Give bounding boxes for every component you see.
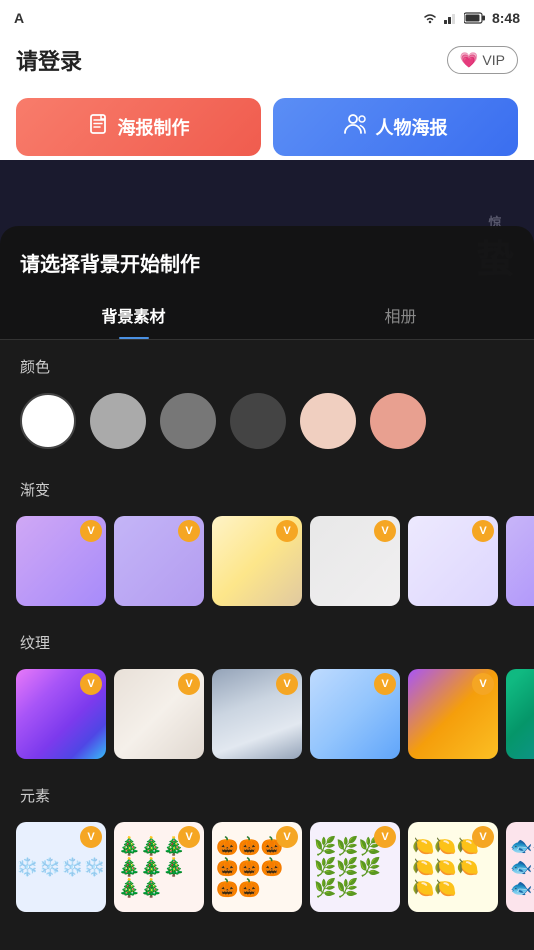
element-row: V ❄️❄️❄️❄️❄️❄️❄️❄️ V 🎄🎄🎄🎄🎄🎄🎄🎄 V 🎃🎃🎃🎃🎃🎃🎃🎃… <box>0 816 534 922</box>
vip-label: VIP <box>482 52 505 68</box>
tab-material[interactable]: 背景素材 <box>0 295 267 339</box>
texture-item-3[interactable]: V <box>212 669 302 759</box>
vip-corner-g2: V <box>178 520 200 542</box>
vip-corner-e1: V <box>80 826 102 848</box>
vip-corner-t5: V <box>472 673 494 695</box>
texture-row: V V V V V V <box>0 663 534 769</box>
color-section-label: 颜色 <box>0 340 534 387</box>
tab-album-label: 相册 <box>384 309 416 326</box>
overlay-header: 请选择背景开始制作 <box>0 226 534 277</box>
element-item-1[interactable]: V ❄️❄️❄️❄️❄️❄️❄️❄️ <box>16 822 106 912</box>
element-item-2[interactable]: V 🎄🎄🎄🎄🎄🎄🎄🎄 <box>114 822 204 912</box>
vip-corner-e5: V <box>472 826 494 848</box>
color-white[interactable] <box>20 393 76 449</box>
status-time: 8:48 <box>492 10 520 26</box>
overlay-panel: 请选择背景开始制作 背景素材 相册 颜色 渐变 V V V V <box>0 226 534 950</box>
element-item-5[interactable]: V 🍋🍋🍋🍋🍋🍋🍋🍋 <box>408 822 498 912</box>
element-pattern-6: 🐟🐟🐟🐟🐟🐟🐟🐟 <box>506 822 534 912</box>
vip-corner-e2: V <box>178 826 200 848</box>
gradient-item-1[interactable]: V <box>16 516 106 606</box>
gradient-item-2[interactable]: V <box>114 516 204 606</box>
color-gray2[interactable] <box>160 393 216 449</box>
element-item-6[interactable]: V 🐟🐟🐟🐟🐟🐟🐟🐟 <box>506 822 534 912</box>
action-buttons-row: 海报制作 人物海报 <box>0 88 534 170</box>
color-gray1[interactable] <box>90 393 146 449</box>
tab-material-label: 背景素材 <box>101 309 165 326</box>
overlay-tabs: 背景素材 相册 <box>0 295 534 340</box>
vip-corner-e4: V <box>374 826 396 848</box>
texture-item-2[interactable]: V <box>114 669 204 759</box>
person-poster-button[interactable]: 人物海报 <box>273 98 518 156</box>
element-section-label: 元素 <box>0 769 534 816</box>
signal-icon <box>444 12 458 24</box>
texture-item-6[interactable]: V <box>506 669 534 759</box>
vip-corner-g4: V <box>374 520 396 542</box>
status-right: 8:48 <box>422 10 520 26</box>
poster-file-icon <box>88 113 110 135</box>
person-button-label: 人物海报 <box>376 114 448 140</box>
color-gray3[interactable] <box>230 393 286 449</box>
vip-corner-t3: V <box>276 673 298 695</box>
wifi-icon <box>422 12 438 24</box>
tab-album[interactable]: 相册 <box>267 295 534 339</box>
element-item-3[interactable]: V 🎃🎃🎃🎃🎃🎃🎃🎃 <box>212 822 302 912</box>
gradient-item-4[interactable]: V <box>310 516 400 606</box>
vip-corner-t4: V <box>374 673 396 695</box>
overlay-title: 请选择背景开始制作 <box>20 248 514 277</box>
person-icon <box>344 113 368 141</box>
poster-button-label: 海报制作 <box>118 114 190 140</box>
vip-heart-icon: 💗 <box>460 51 479 69</box>
texture-item-4[interactable]: V <box>310 669 400 759</box>
vip-corner-g1: V <box>80 520 102 542</box>
battery-icon <box>464 12 486 24</box>
gradient-section-label: 渐变 <box>0 463 534 510</box>
vip-corner-t1: V <box>80 673 102 695</box>
vip-corner-t2: V <box>178 673 200 695</box>
color-skin1[interactable] <box>300 393 356 449</box>
vip-corner-g5: V <box>472 520 494 542</box>
gradient-item-6[interactable]: V <box>506 516 534 606</box>
vip-corner-e3: V <box>276 826 298 848</box>
poster-icon <box>88 113 110 141</box>
app-header: 请登录 💗 VIP <box>0 36 534 88</box>
people-icon <box>344 113 368 135</box>
status-bar: A 8:48 <box>0 0 534 36</box>
texture-section-label: 纹理 <box>0 616 534 663</box>
poster-button[interactable]: 海报制作 <box>16 98 261 156</box>
gradient-row: V V V V V V <box>0 510 534 616</box>
texture-item-1[interactable]: V <box>16 669 106 759</box>
gradient-item-5[interactable]: V <box>408 516 498 606</box>
gradient-item-3[interactable]: V <box>212 516 302 606</box>
texture-item-5[interactable]: V <box>408 669 498 759</box>
app-icon: A <box>14 10 24 26</box>
status-left: A <box>14 10 24 26</box>
vip-button[interactable]: 💗 VIP <box>447 46 518 74</box>
vip-corner-g3: V <box>276 520 298 542</box>
element-item-4[interactable]: V 🌿🌿🌿🌿🌿🌿🌿🌿 <box>310 822 400 912</box>
app-title: 请登录 <box>16 44 82 76</box>
color-skin2[interactable] <box>370 393 426 449</box>
color-row <box>0 387 534 463</box>
